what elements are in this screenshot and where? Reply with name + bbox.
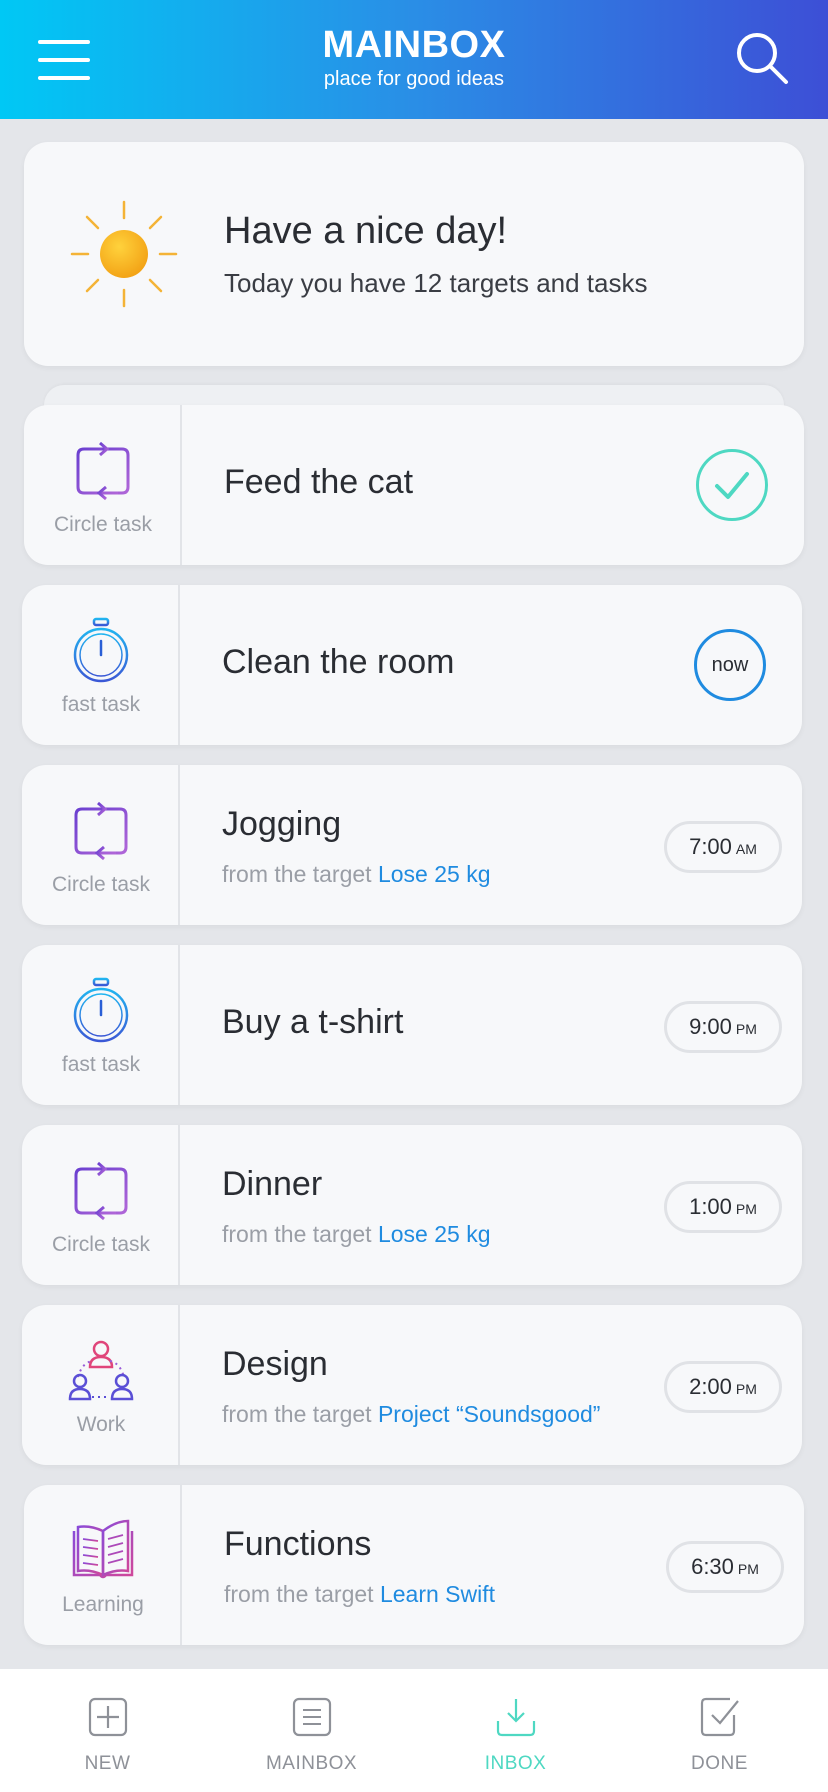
task-title: Dinner (222, 1165, 323, 1203)
task-title: Feed the cat (224, 463, 414, 501)
target-prefix: from the target (222, 1221, 378, 1247)
circle-task-icon (74, 801, 128, 861)
task-title: Design (222, 1345, 328, 1383)
time-badge[interactable]: 2:00 PM (664, 1361, 782, 1413)
bottom-tab-bar: NEW MAINBOX INBOX DONE (0, 1669, 828, 1792)
time-value: 2:00 (689, 1374, 732, 1399)
time-badge[interactable]: 7:00 AM (664, 821, 782, 873)
greeting-text: Today you have 12 targets and tasks (224, 268, 648, 298)
task-title: Buy a t-shirt (222, 1003, 404, 1041)
stopwatch-icon (73, 977, 129, 1043)
time-badge[interactable]: 6:30 PM (666, 1541, 784, 1593)
time-value: 9:00 (689, 1014, 732, 1039)
book-icon (72, 1519, 134, 1579)
task-type: Circle task (24, 405, 182, 565)
task-type-label: Circle task (53, 513, 153, 536)
task-title: Jogging (222, 805, 342, 843)
task-card[interactable]: Learning Functions from the target Learn… (24, 1485, 804, 1645)
done-check-button[interactable] (696, 449, 768, 521)
plus-square-icon (88, 1697, 128, 1737)
tab-new[interactable]: NEW (4, 1669, 211, 1792)
task-card[interactable]: fast task Clean the room now (22, 585, 802, 745)
target-prefix: from the target (224, 1581, 380, 1607)
task-title: Clean the room (222, 643, 455, 681)
work-team-icon (68, 1340, 134, 1401)
task-type-label: Learning (62, 1593, 144, 1616)
task-type: Work (22, 1305, 180, 1465)
app-title: MAINBOX (322, 24, 506, 66)
task-card[interactable]: fast task Buy a t-shirt 9:00 PM (22, 945, 802, 1105)
download-tray-icon (496, 1699, 536, 1737)
sun-icon (70, 200, 178, 308)
time-value: 6:30 (691, 1554, 734, 1579)
task-type: Circle task (22, 1125, 180, 1285)
task-type-label: Circle task (51, 1233, 151, 1256)
task-card[interactable]: Circle task Feed the cat (24, 405, 804, 565)
app-subtitle: place for good ideas (323, 68, 505, 90)
stopwatch-icon (73, 617, 129, 683)
task-type-label: Work (76, 1413, 126, 1436)
target-link[interactable]: Learn Swift (380, 1581, 495, 1607)
task-type: fast task (22, 585, 180, 745)
task-title: Functions (224, 1525, 372, 1563)
circle-task-icon (74, 1161, 128, 1221)
task-card[interactable]: Circle task Dinner from the target Lose … (22, 1125, 802, 1285)
tab-mainbox[interactable]: MAINBOX (208, 1669, 415, 1792)
task-target-line: from the target Lose 25 kg (222, 861, 491, 888)
task-card[interactable]: Work Design from the target Project “Sou… (22, 1305, 802, 1465)
greeting-title: Have a nice day! (224, 210, 508, 252)
checkbox-icon (700, 1697, 739, 1737)
time-value: 1:00 (689, 1194, 732, 1219)
check-icon (715, 472, 749, 499)
target-link[interactable]: Lose 25 kg (378, 1221, 491, 1247)
greeting-card: Have a nice day! Today you have 12 targe… (24, 142, 804, 366)
tab-label: INBOX (484, 1753, 547, 1774)
tab-inbox[interactable]: INBOX (412, 1669, 619, 1792)
time-badge[interactable]: 9:00 PM (664, 1001, 782, 1053)
time-value: 7:00 (689, 834, 732, 859)
time-badge[interactable]: 1:00 PM (664, 1181, 782, 1233)
time-ampm: AM (735, 841, 757, 857)
search-icon[interactable] (734, 30, 790, 86)
task-type: Learning (24, 1485, 182, 1645)
task-target-line: from the target Project “Soundsgood” (222, 1401, 600, 1428)
target-prefix: from the target (222, 1401, 378, 1427)
target-link[interactable]: Project “Soundsgood” (378, 1401, 600, 1427)
circle-task-icon (76, 441, 130, 501)
target-prefix: from the target (222, 861, 378, 887)
list-square-icon (292, 1697, 332, 1737)
tab-label: MAINBOX (265, 1753, 358, 1774)
task-target-line: from the target Lose 25 kg (222, 1221, 491, 1248)
tab-label: DONE (691, 1753, 748, 1774)
target-link[interactable]: Lose 25 kg (378, 861, 491, 887)
app-header: MAINBOX place for good ideas (0, 0, 828, 119)
time-ampm: PM (735, 1201, 757, 1217)
time-ampm: PM (735, 1021, 757, 1037)
task-type-label: Circle task (51, 873, 151, 896)
task-type: Circle task (22, 765, 180, 925)
task-type-label: fast task (61, 693, 141, 716)
time-ampm: PM (737, 1561, 759, 1577)
time-ampm: PM (735, 1381, 757, 1397)
task-type-label: fast task (61, 1053, 141, 1076)
now-status-button[interactable]: now (694, 629, 766, 701)
task-target-line: from the target Learn Swift (224, 1581, 495, 1608)
task-card[interactable]: Circle task Jogging from the target Lose… (22, 765, 802, 925)
tab-label: NEW (84, 1753, 131, 1774)
task-type: fast task (22, 945, 180, 1105)
tab-done[interactable]: DONE (616, 1669, 823, 1792)
